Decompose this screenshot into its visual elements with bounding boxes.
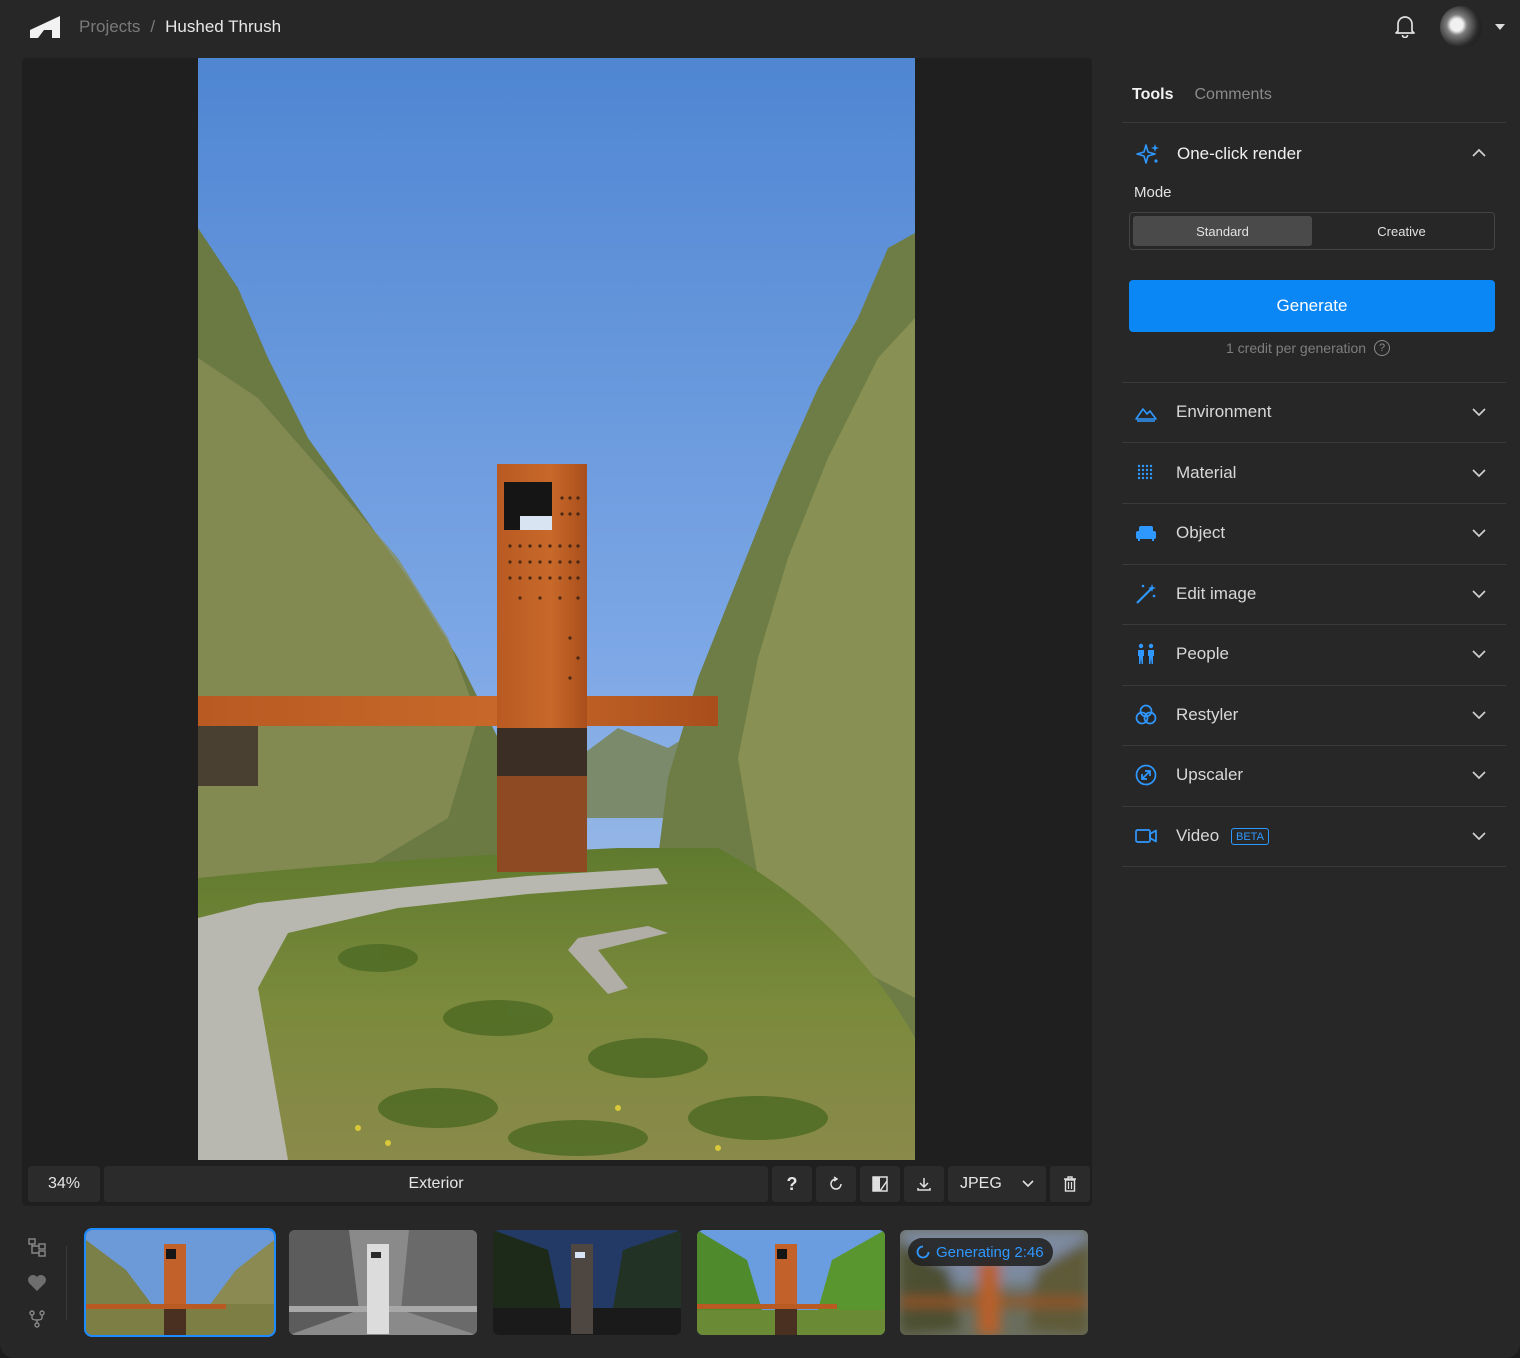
- chevron-down-icon: [1472, 529, 1486, 538]
- mountain-icon: [1135, 408, 1157, 422]
- download-icon: [917, 1178, 931, 1191]
- section-label: Object: [1176, 523, 1226, 542]
- main-render-image[interactable]: [198, 58, 915, 1160]
- divider: [1122, 866, 1506, 867]
- format-select[interactable]: JPEG: [948, 1166, 1046, 1202]
- section-object[interactable]: Object: [1122, 503, 1506, 563]
- chevron-down-icon: [1472, 832, 1486, 841]
- compare-icon: [872, 1176, 888, 1192]
- help-button[interactable]: ?: [772, 1166, 812, 1202]
- generate-button[interactable]: Generate: [1129, 280, 1495, 332]
- section-people[interactable]: People: [1122, 624, 1506, 684]
- circles-icon: [1135, 704, 1157, 725]
- sparkle-icon: [1136, 144, 1159, 164]
- format-value: JPEG: [960, 1175, 1002, 1192]
- mode-label: Mode: [1134, 184, 1172, 201]
- generating-label: Generating 2:46: [936, 1243, 1044, 1261]
- regenerate-button[interactable]: [816, 1166, 856, 1202]
- image-toolbar: 34% Exterior ? JPEG: [28, 1166, 1090, 1202]
- chevron-down-icon: [1022, 1180, 1034, 1188]
- download-button[interactable]: [904, 1166, 944, 1202]
- compare-button[interactable]: [860, 1166, 900, 1202]
- question-circle-icon[interactable]: ?: [1374, 340, 1391, 356]
- magic-wand-icon: [1136, 584, 1156, 604]
- section-label: Restyler: [1176, 705, 1239, 724]
- people-icon: [1138, 643, 1154, 664]
- chevron-down-icon: [1472, 590, 1486, 599]
- thumbnail-4[interactable]: [697, 1230, 885, 1335]
- app-window: Projects / Hushed Thrush 34% Exterior ? …: [0, 0, 1520, 1358]
- credit-note: 1 credit per generation ?: [1226, 340, 1391, 356]
- user-avatar[interactable]: [1440, 6, 1482, 48]
- chevron-down-icon: [1472, 469, 1486, 478]
- account-menu-caret-icon[interactable]: [1495, 24, 1505, 30]
- section-label: Upscaler: [1176, 765, 1244, 784]
- video-icon: [1135, 829, 1157, 843]
- section-label: Material: [1176, 463, 1237, 482]
- beta-badge: BETA: [1231, 828, 1269, 845]
- tab-tools[interactable]: Tools: [1132, 86, 1173, 104]
- refresh-icon: [830, 1176, 842, 1190]
- tools-panel: Tools Comments One-click render Mode Sta…: [1122, 58, 1506, 1348]
- project-title[interactable]: Hushed Thrush: [165, 17, 281, 37]
- one-click-render-header[interactable]: One-click render: [1136, 142, 1302, 166]
- section-label: People: [1176, 644, 1229, 663]
- panel-tabs: Tools Comments: [1132, 86, 1272, 104]
- section-label: Environment: [1176, 402, 1272, 421]
- upscale-icon: [1135, 764, 1157, 786]
- thumbnail-divider: [66, 1246, 67, 1320]
- generating-status-badge: Generating 2:46: [908, 1238, 1053, 1266]
- tree-view-icon[interactable]: [26, 1236, 48, 1258]
- thumbnail-2[interactable]: [289, 1230, 477, 1335]
- divider: [1122, 122, 1506, 123]
- thumbnail-generating[interactable]: Generating 2:46: [900, 1230, 1088, 1335]
- section-environment[interactable]: Environment: [1122, 382, 1506, 442]
- mode-toggle: Standard Creative: [1129, 212, 1495, 250]
- help-icon: ?: [786, 1173, 798, 1194]
- breadcrumb-projects-link[interactable]: Projects: [79, 17, 140, 37]
- image-canvas: 34% Exterior ? JPEG: [22, 58, 1092, 1206]
- top-bar: Projects / Hushed Thrush: [0, 0, 1520, 56]
- tab-comments[interactable]: Comments: [1194, 86, 1271, 104]
- zoom-level[interactable]: 34%: [28, 1166, 100, 1202]
- section-video[interactable]: Video BETA: [1122, 806, 1506, 866]
- section-material[interactable]: Material: [1122, 443, 1506, 503]
- mode-creative-option[interactable]: Creative: [1312, 216, 1491, 246]
- trash-icon: [1064, 1176, 1076, 1192]
- thumbnail-1[interactable]: [84, 1228, 276, 1337]
- notification-bell-icon[interactable]: [1394, 14, 1416, 38]
- section-upscaler[interactable]: Upscaler: [1122, 745, 1506, 805]
- section-label: Edit image: [1176, 584, 1257, 603]
- thumbnail-3[interactable]: [493, 1230, 681, 1335]
- section-edit-image[interactable]: Edit image: [1122, 564, 1506, 624]
- credit-note-text: 1 credit per generation: [1226, 340, 1367, 356]
- chevron-down-icon: [1472, 408, 1486, 417]
- chevron-up-icon[interactable]: [1472, 148, 1486, 158]
- branch-icon[interactable]: [26, 1308, 48, 1330]
- section-label: Video: [1176, 826, 1220, 845]
- spinner-icon: [916, 1245, 930, 1259]
- section-restyler[interactable]: Restyler: [1122, 685, 1506, 745]
- chevron-down-icon: [1472, 650, 1486, 659]
- breadcrumb-separator: /: [150, 17, 156, 36]
- chevron-down-icon: [1472, 771, 1486, 780]
- heart-icon[interactable]: [26, 1272, 48, 1294]
- thumbnail-side-tools: [26, 1236, 50, 1336]
- image-title[interactable]: Exterior: [104, 1166, 768, 1202]
- grid-dots-icon: [1137, 464, 1153, 480]
- one-click-render-title: One-click render: [1177, 144, 1302, 163]
- mode-standard-option[interactable]: Standard: [1133, 216, 1312, 246]
- chevron-down-icon: [1472, 711, 1486, 720]
- breadcrumb: Projects / Hushed Thrush: [79, 17, 281, 37]
- app-logo-icon[interactable]: [30, 16, 60, 38]
- sofa-icon: [1136, 526, 1156, 541]
- delete-button[interactable]: [1050, 1166, 1090, 1202]
